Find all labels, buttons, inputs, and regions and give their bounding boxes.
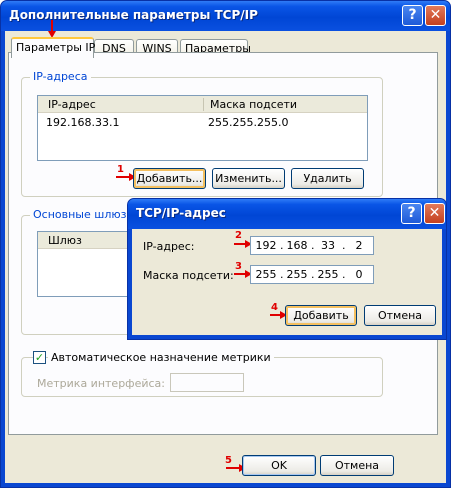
- dialog-mask-label: Маска подсети:: [143, 269, 234, 282]
- dialog-add-button[interactable]: Добавить: [285, 305, 357, 326]
- step-arrow-1: [116, 173, 136, 181]
- ip-octet-4[interactable]: 2: [346, 239, 372, 252]
- mask-octet-1[interactable]: 255: [253, 268, 279, 281]
- tab-pointer-arrow: [48, 20, 56, 38]
- ok-button[interactable]: OK: [242, 455, 316, 476]
- ip-addresses-group-label: IP-адреса: [30, 70, 91, 83]
- mask-dot-1: .: [280, 268, 284, 281]
- step-arrow-4: [270, 311, 287, 319]
- step-marker-4: 4: [271, 302, 278, 313]
- tab-ip-settings[interactable]: Параметры IP: [11, 37, 95, 58]
- ip-dot-3: .: [342, 239, 346, 252]
- subnet-mask-field[interactable]: 255 . 255 . 255 . 0: [250, 265, 374, 284]
- ip-octet-3[interactable]: 33: [315, 239, 341, 252]
- add-ip-button[interactable]: Добавить...: [133, 168, 206, 189]
- ip-address-field[interactable]: 192 . 168 . 33 . 2: [250, 236, 374, 255]
- ip-row-ip[interactable]: 192.168.33.1: [46, 116, 119, 129]
- mask-dot-3: .: [342, 268, 346, 281]
- dialog-cancel-button[interactable]: Отмена: [364, 305, 436, 326]
- dialog-ip-label: IP-адрес:: [143, 240, 195, 253]
- interface-metric-input[interactable]: [170, 373, 244, 392]
- interface-metric-label: Метрика интерфейса:: [37, 377, 165, 390]
- gateways-group-label: Основные шлюзы:: [30, 208, 142, 221]
- column-ip[interactable]: IP-адрес: [48, 98, 96, 111]
- ip-list-header: IP-адрес Маска подсети: [38, 96, 367, 113]
- ip-dot-1: .: [280, 239, 284, 252]
- dialog-help-button[interactable]: ?: [401, 203, 422, 224]
- step-marker-1: 1: [117, 164, 124, 175]
- column-mask[interactable]: Маска подсети: [210, 98, 297, 111]
- ip-octet-1[interactable]: 192: [253, 239, 279, 252]
- help-button[interactable]: ?: [402, 5, 423, 26]
- remove-ip-button[interactable]: Удалить: [291, 168, 364, 189]
- ip-row-mask[interactable]: 255.255.255.0: [208, 116, 288, 129]
- close-button[interactable]: ✕: [425, 5, 446, 26]
- main-titlebar: Дополнительные параметры TCP/IP ? ✕: [1, 1, 450, 31]
- step-marker-2: 2: [235, 230, 242, 241]
- ip-octet-2[interactable]: 168: [284, 239, 310, 252]
- column-separator: [203, 98, 204, 111]
- cancel-button[interactable]: Отмена: [320, 455, 394, 476]
- ip-dot-2: .: [311, 239, 315, 252]
- edit-ip-button[interactable]: Изменить...: [212, 168, 285, 189]
- dialog-title: TCP/IP-адрес: [136, 206, 226, 220]
- auto-metric-checkbox[interactable]: ✓: [33, 351, 46, 364]
- main-title: Дополнительные параметры TCP/IP: [9, 8, 258, 22]
- ip-address-list[interactable]: IP-адрес Маска подсети 192.168.33.1 255.…: [37, 95, 368, 161]
- auto-metric-label[interactable]: Автоматическое назначение метрики: [48, 351, 274, 364]
- mask-octet-2[interactable]: 255: [284, 268, 310, 281]
- dialog-titlebar: TCP/IP-адрес ? ✕: [128, 199, 446, 229]
- column-gateway[interactable]: Шлюз: [48, 234, 82, 247]
- step-arrow-5: [226, 464, 246, 472]
- step-arrow-2: [234, 240, 252, 248]
- mask-octet-3[interactable]: 255: [315, 268, 341, 281]
- dialog-close-button[interactable]: ✕: [424, 203, 445, 224]
- step-marker-3: 3: [235, 261, 242, 272]
- mask-octet-4[interactable]: 0: [346, 268, 372, 281]
- mask-dot-2: .: [311, 268, 315, 281]
- step-arrow-3: [234, 270, 252, 278]
- step-marker-5: 5: [225, 455, 232, 466]
